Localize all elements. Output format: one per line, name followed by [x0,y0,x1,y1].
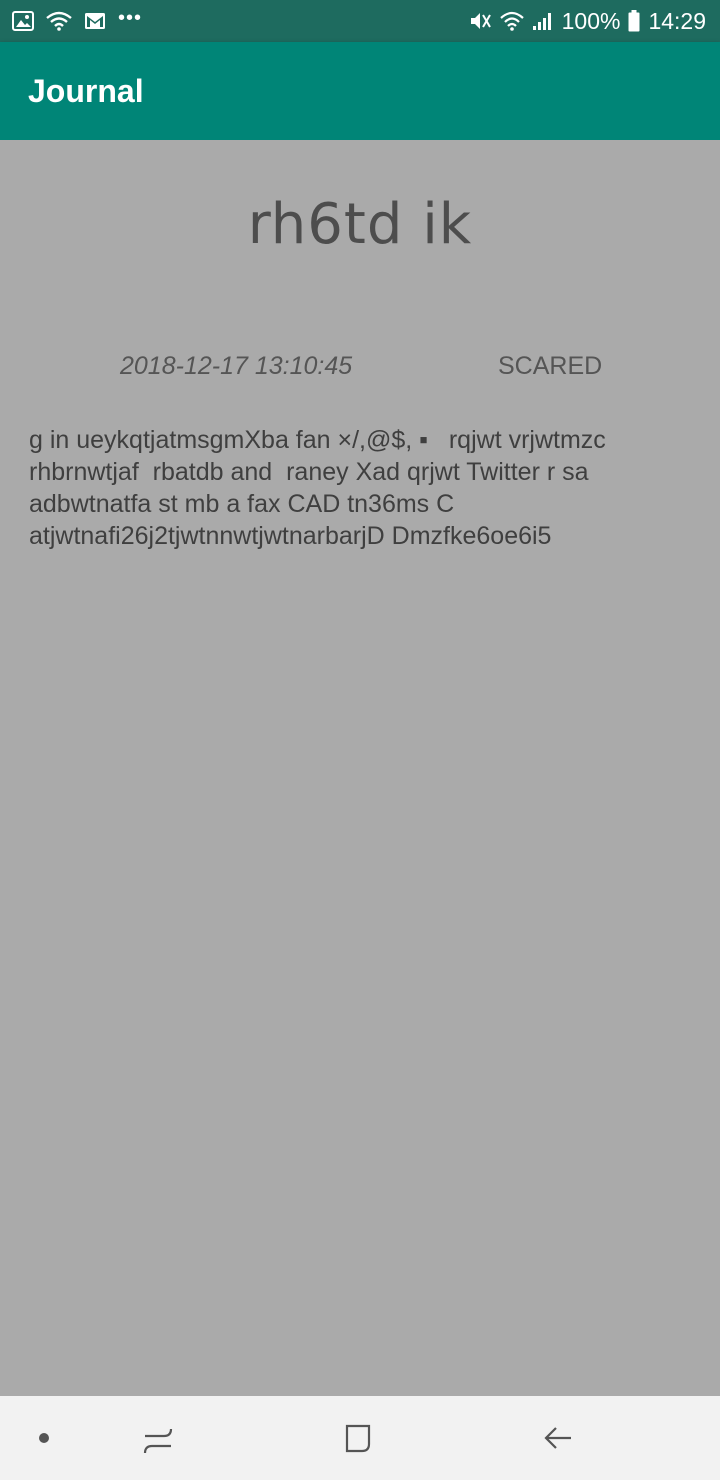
entry-title: rh6td ik [247,192,473,257]
entry-body: g in ueykqtjatmsgmXba fan ×/,@$, ▪ rqjwt… [29,426,613,550]
dot-icon[interactable] [20,1396,68,1480]
app-title: Journal [28,72,144,109]
back-icon[interactable] [530,1396,586,1480]
wifi-signal-icon [499,11,524,31]
home-icon[interactable] [330,1396,386,1480]
gallery-notification-icon [12,11,34,31]
recent-apps-icon[interactable] [130,1396,186,1480]
entry-mood: SCARED [498,352,603,380]
more-notifications-icon: ••• [118,6,143,29]
clock: 14:29 [648,7,706,34]
cell-signal-icon [532,11,554,31]
navigation-bar [0,1396,720,1480]
status-right: 100% 14:29 [468,8,706,35]
battery-percentage: 100% [561,7,621,34]
mute-icon [468,10,492,32]
entry-date: 2018-12-17 13:10:45 [120,352,353,380]
journal-entry: rh6td ik 2018-12-17 13:10:45 SCARED g in… [0,140,720,1396]
gmail-notification-icon [84,12,106,30]
app-bar: Journal [0,42,720,140]
wifi-notification-icon [46,11,72,31]
battery-icon [628,10,640,32]
status-bar: ••• 100% 14:29 [0,0,720,42]
status-left: ••• [12,7,142,31]
